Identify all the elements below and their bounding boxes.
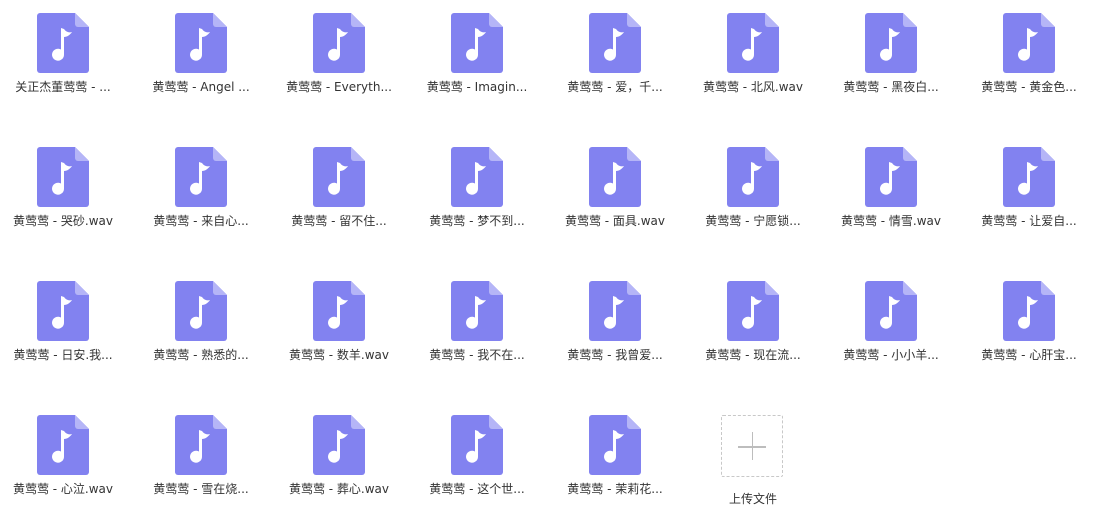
file-item[interactable]: 黄莺莺 - 让爱自... <box>966 134 1092 244</box>
file-name: 黄莺莺 - 爱，千... <box>567 80 663 94</box>
file-item[interactable]: 黄莺莺 - 葬心.wav <box>276 402 402 512</box>
file-item[interactable]: 黄莺莺 - 雪在烧... <box>138 402 264 512</box>
file-item[interactable]: 黄莺莺 - 我不在... <box>414 268 540 378</box>
file-item[interactable]: 黄莺莺 - 哭砂.wav <box>0 134 126 244</box>
file-item[interactable]: 黄莺莺 - 日安.我... <box>0 268 126 378</box>
file-name: 黄莺莺 - 小小羊... <box>843 348 939 362</box>
music-file-icon <box>37 13 89 73</box>
file-item[interactable]: 黄莺莺 - 这个世... <box>414 402 540 512</box>
file-grid: 关正杰董莺莺 - ... 黄莺莺 - Angel ... 黄莺莺 - Everyth… <box>0 0 1095 520</box>
file-item[interactable]: 黄莺莺 - 黄金色... <box>966 0 1092 110</box>
file-name: 黄莺莺 - 我不在... <box>429 348 525 362</box>
music-file-icon <box>37 415 89 475</box>
music-file-icon <box>313 13 365 73</box>
file-item[interactable]: 黄莺莺 - 情雪.wav <box>828 134 954 244</box>
music-file-icon <box>589 147 641 207</box>
file-name: 黄莺莺 - 哭砂.wav <box>12 214 114 228</box>
file-item[interactable]: 关正杰董莺莺 - ... <box>0 0 126 110</box>
file-name: 黄莺莺 - 葬心.wav <box>288 482 390 496</box>
file-item[interactable]: 黄莺莺 - 黑夜白... <box>828 0 954 110</box>
upload-file-label[interactable]: 上传文件 <box>690 490 816 508</box>
file-item[interactable]: 黄莺莺 - Angel ... <box>138 0 264 110</box>
music-file-icon <box>1003 13 1055 73</box>
music-file-icon <box>175 147 227 207</box>
file-item[interactable]: 黄莺莺 - 心肝宝... <box>966 268 1092 378</box>
file-name: 黄莺莺 - 黑夜白... <box>843 80 939 94</box>
file-name: 黄莺莺 - 我曾爱... <box>567 348 663 362</box>
music-file-icon <box>313 147 365 207</box>
music-file-icon <box>175 415 227 475</box>
music-file-icon <box>451 415 503 475</box>
file-item[interactable]: 黄莺莺 - 面具.wav <box>552 134 678 244</box>
file-name: 黄莺莺 - Everyth... <box>286 80 392 94</box>
file-item[interactable]: 黄莺莺 - 现在流... <box>690 268 816 378</box>
file-name: 黄莺莺 - 茉莉花... <box>567 482 663 496</box>
file-name: 黄莺莺 - 熟悉的... <box>153 348 249 362</box>
music-file-icon <box>1003 147 1055 207</box>
file-name: 黄莺莺 - 留不住... <box>291 214 387 228</box>
music-file-icon <box>313 415 365 475</box>
music-file-icon <box>175 13 227 73</box>
music-file-icon <box>865 13 917 73</box>
file-item[interactable]: 黄莺莺 - 梦不到... <box>414 134 540 244</box>
music-file-icon <box>37 281 89 341</box>
music-file-icon <box>727 147 779 207</box>
file-item[interactable]: 黄莺莺 - 茉莉花... <box>552 402 678 512</box>
music-file-icon <box>313 281 365 341</box>
file-item[interactable]: 黄莺莺 - 心泣.wav <box>0 402 126 512</box>
music-file-icon <box>727 13 779 73</box>
file-item[interactable]: 黄莺莺 - Everyth... <box>276 0 402 110</box>
upload-file-button[interactable] <box>721 415 783 477</box>
file-name: 黄莺莺 - 面具.wav <box>564 214 666 228</box>
file-name: 黄莺莺 - 雪在烧... <box>153 482 249 496</box>
file-item[interactable]: 黄莺莺 - 来自心... <box>138 134 264 244</box>
file-name: 黄莺莺 - 日安.我... <box>13 348 113 362</box>
file-name: 黄莺莺 - 情雪.wav <box>840 214 942 228</box>
file-item[interactable]: 黄莺莺 - Imagin... <box>414 0 540 110</box>
music-file-icon <box>865 281 917 341</box>
music-file-icon <box>451 281 503 341</box>
file-item[interactable]: 黄莺莺 - 留不住... <box>276 134 402 244</box>
file-item[interactable]: 黄莺莺 - 我曾爱... <box>552 268 678 378</box>
music-file-icon <box>589 281 641 341</box>
music-file-icon <box>865 147 917 207</box>
file-name: 黄莺莺 - 来自心... <box>153 214 249 228</box>
file-item[interactable]: 黄莺莺 - 熟悉的... <box>138 268 264 378</box>
file-item[interactable]: 黄莺莺 - 宁愿锁... <box>690 134 816 244</box>
file-name: 黄莺莺 - 让爱自... <box>981 214 1077 228</box>
file-name: 黄莺莺 - 梦不到... <box>429 214 525 228</box>
file-name: 黄莺莺 - 心泣.wav <box>12 482 114 496</box>
file-item[interactable]: 黄莺莺 - 北风.wav <box>690 0 816 110</box>
file-name: 黄莺莺 - 心肝宝... <box>981 348 1077 362</box>
file-name: 黄莺莺 - 这个世... <box>429 482 525 496</box>
file-name: 黄莺莺 - Angel ... <box>152 80 250 94</box>
file-item[interactable]: 黄莺莺 - 数羊.wav <box>276 268 402 378</box>
file-name: 黄莺莺 - 黄金色... <box>981 80 1077 94</box>
music-file-icon <box>451 147 503 207</box>
music-file-icon <box>727 281 779 341</box>
plus-icon-vertical <box>751 432 753 460</box>
file-name: 黄莺莺 - 北风.wav <box>702 80 804 94</box>
file-name: 黄莺莺 - 宁愿锁... <box>705 214 801 228</box>
music-file-icon <box>1003 281 1055 341</box>
music-file-icon <box>589 415 641 475</box>
file-name: 黄莺莺 - 现在流... <box>705 348 801 362</box>
file-item[interactable]: 黄莺莺 - 小小羊... <box>828 268 954 378</box>
music-file-icon <box>37 147 89 207</box>
file-item[interactable]: 黄莺莺 - 爱，千... <box>552 0 678 110</box>
music-file-icon <box>589 13 641 73</box>
music-file-icon <box>175 281 227 341</box>
file-name: 关正杰董莺莺 - ... <box>15 80 111 94</box>
file-name: 黄莺莺 - Imagin... <box>426 80 528 94</box>
file-name: 黄莺莺 - 数羊.wav <box>288 348 390 362</box>
music-file-icon <box>451 13 503 73</box>
